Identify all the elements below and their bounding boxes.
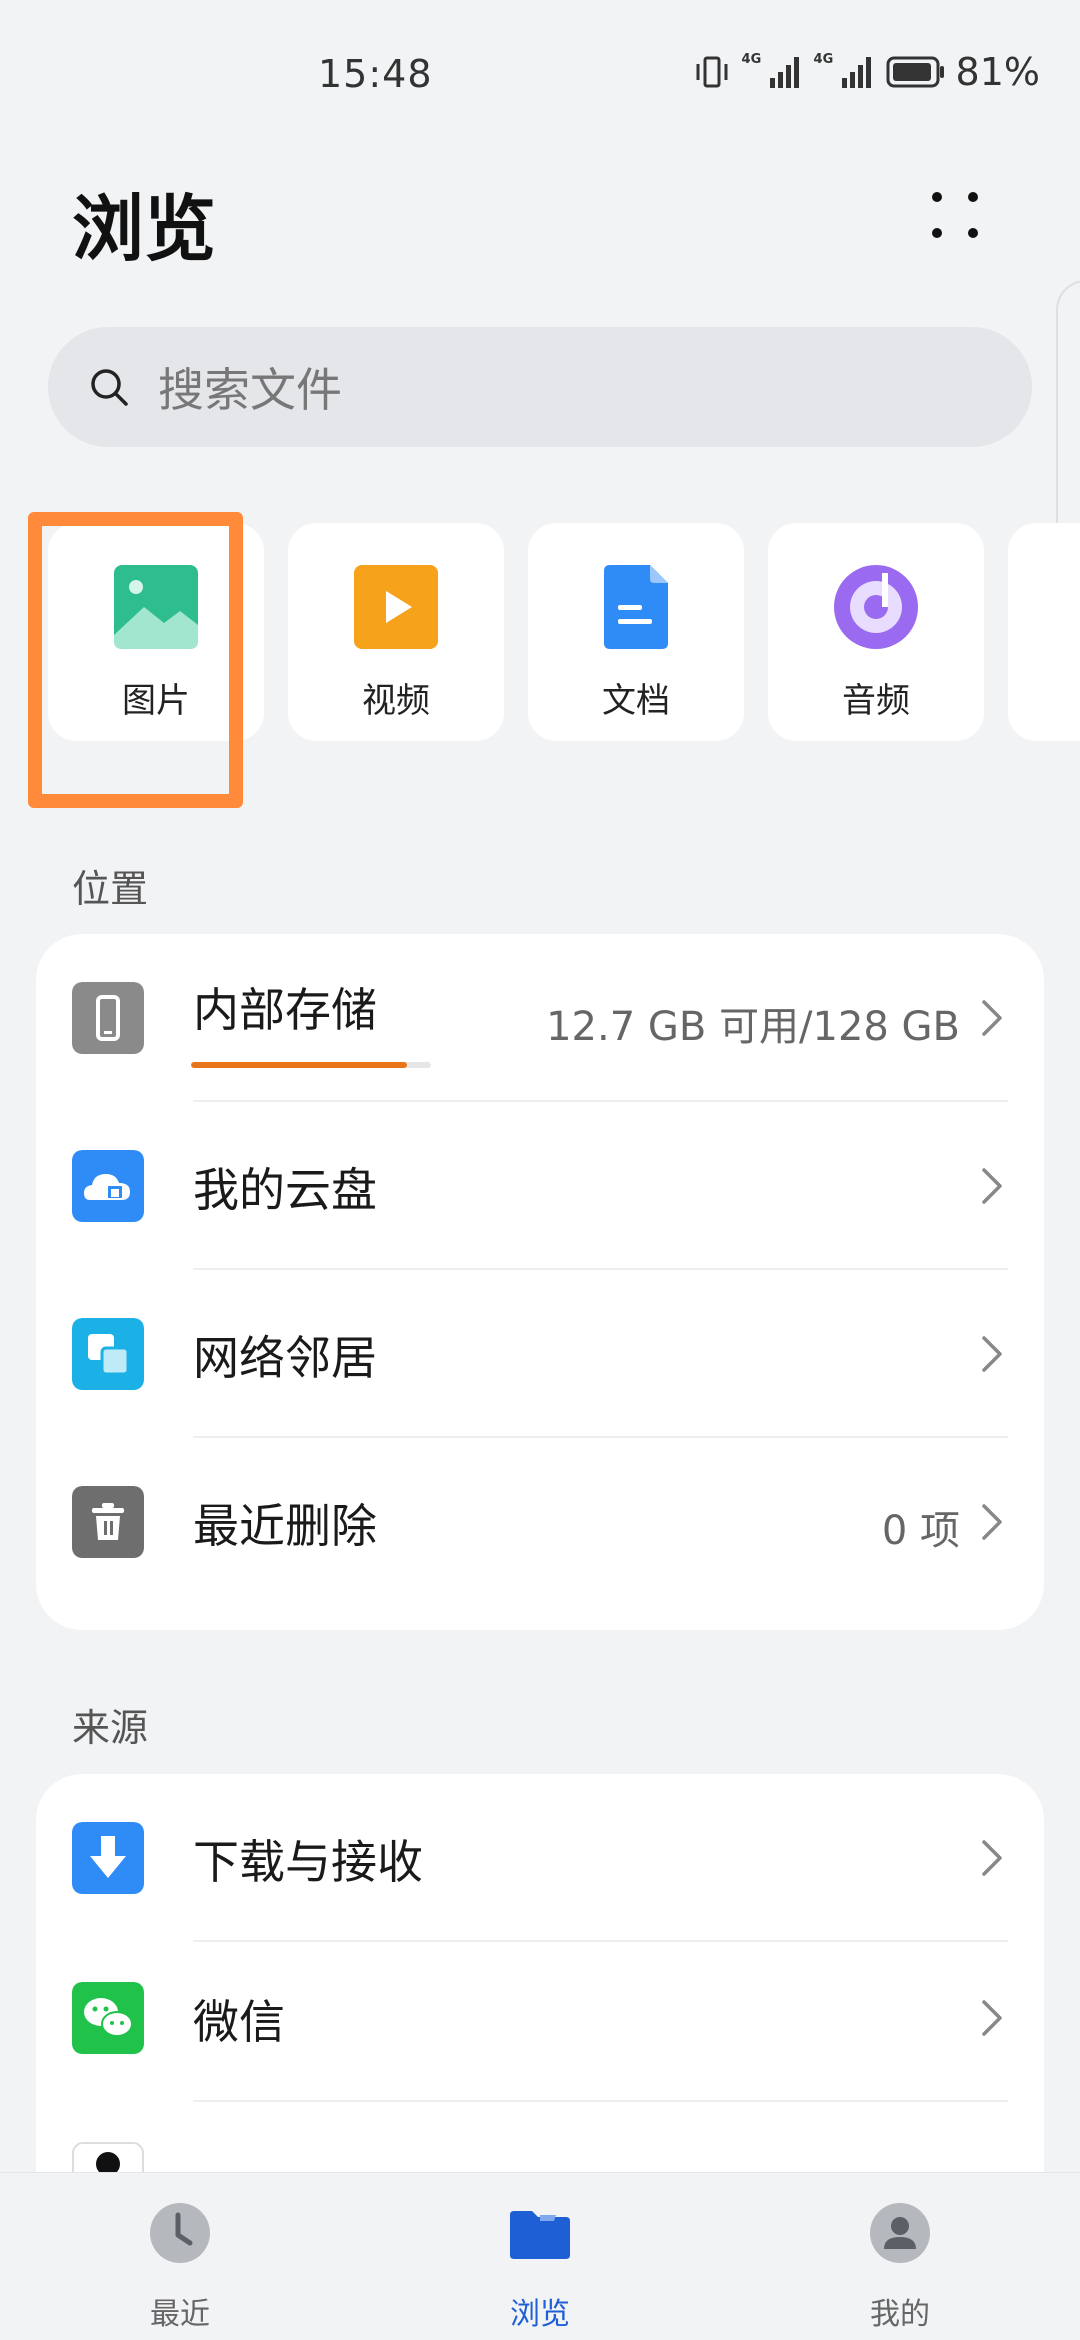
folder-icon <box>510 2211 570 2259</box>
person-icon <box>870 2203 930 2263</box>
battery-icon <box>886 56 944 88</box>
search-input[interactable]: 搜索文件 <box>48 327 1032 447</box>
section-title-source: 来源 <box>72 1706 149 1750</box>
status-bar: 15:48 4G 4G 81% <box>0 0 1080 150</box>
cloud-icon <box>72 1150 144 1222</box>
section-title-location: 位置 <box>72 867 149 911</box>
chevron-right-icon <box>982 1336 1002 1372</box>
category-label: 文档 <box>602 681 670 721</box>
dot-icon <box>932 192 942 202</box>
vibrate-icon <box>696 56 728 88</box>
page-title: 浏览 <box>72 187 217 271</box>
nav-label: 最近 <box>150 2297 210 2332</box>
row-internal-storage[interactable]: 内部存储 12.7 GB 可用/128 GB <box>36 934 1044 1102</box>
row-wechat[interactable]: 微信 <box>36 1934 1044 2102</box>
battery-percent: 81% <box>955 50 1040 94</box>
category-audio[interactable]: 音频 <box>768 523 984 741</box>
bottom-navigation: 最近 浏览 我的 <box>0 2172 1080 2340</box>
row-network-neighborhood[interactable]: 网络邻居 <box>36 1270 1044 1438</box>
chevron-right-icon <box>982 2000 1002 2036</box>
document-icon <box>604 565 668 649</box>
row-my-cloud[interactable]: 我的云盘 <box>36 1102 1044 1270</box>
highlight-box <box>28 512 243 808</box>
video-icon <box>354 565 438 649</box>
row-downloads[interactable]: 下载与接收 <box>36 1774 1044 1942</box>
nav-label: 我的 <box>870 2297 930 2332</box>
row-label: 我的云盘 <box>193 1163 377 1217</box>
chevron-right-icon <box>982 1504 1002 1540</box>
category-label: 音频 <box>842 681 910 721</box>
status-icons: 4G 4G 81% <box>692 50 1040 94</box>
signal-icon: 4G <box>814 52 876 92</box>
row-label: 内部存储 <box>193 983 377 1037</box>
signal-icon: 4G <box>742 52 804 92</box>
search-icon <box>91 369 128 406</box>
row-recently-deleted[interactable]: 最近删除 0 项 <box>36 1438 1044 1606</box>
download-icon <box>72 1822 144 1894</box>
storage-usage-bar <box>191 1062 431 1068</box>
search-placeholder: 搜索文件 <box>158 363 342 417</box>
network-icon <box>72 1318 144 1390</box>
row-label: 最近删除 <box>193 1499 377 1553</box>
dot-icon <box>932 228 942 238</box>
row-label: 微信 <box>193 1995 285 2049</box>
nav-mine[interactable]: 我的 <box>720 2173 1080 2340</box>
nav-browse[interactable]: 浏览 <box>360 2173 720 2340</box>
category-videos[interactable]: 视频 <box>288 523 504 741</box>
category-more[interactable] <box>1008 523 1080 741</box>
nav-label: 浏览 <box>510 2297 570 2332</box>
phone-icon <box>72 982 144 1054</box>
wechat-icon <box>72 1982 144 2054</box>
storage-value: 12.7 GB 可用/128 GB <box>546 1004 960 1050</box>
dot-icon <box>968 228 978 238</box>
deleted-count: 0 项 <box>881 1508 960 1554</box>
source-panel: 下载与接收 微信 <box>36 1774 1044 2194</box>
category-documents[interactable]: 文档 <box>528 523 744 741</box>
chevron-right-icon <box>982 1840 1002 1876</box>
location-panel: 内部存储 12.7 GB 可用/128 GB 我的云盘 网络邻居 最近删除 0 … <box>36 934 1044 1630</box>
trash-icon <box>72 1486 144 1558</box>
chevron-right-icon <box>982 1168 1002 1204</box>
audio-icon <box>834 565 918 649</box>
row-label: 下载与接收 <box>193 1835 423 1889</box>
chevron-right-icon <box>982 1000 1002 1036</box>
dot-icon <box>968 192 978 202</box>
row-label: 网络邻居 <box>193 1331 377 1385</box>
more-options-button[interactable] <box>920 180 990 250</box>
category-label: 视频 <box>362 681 430 721</box>
status-time: 15:48 <box>318 52 433 96</box>
clock-icon <box>150 2203 210 2263</box>
nav-recent[interactable]: 最近 <box>0 2173 360 2340</box>
